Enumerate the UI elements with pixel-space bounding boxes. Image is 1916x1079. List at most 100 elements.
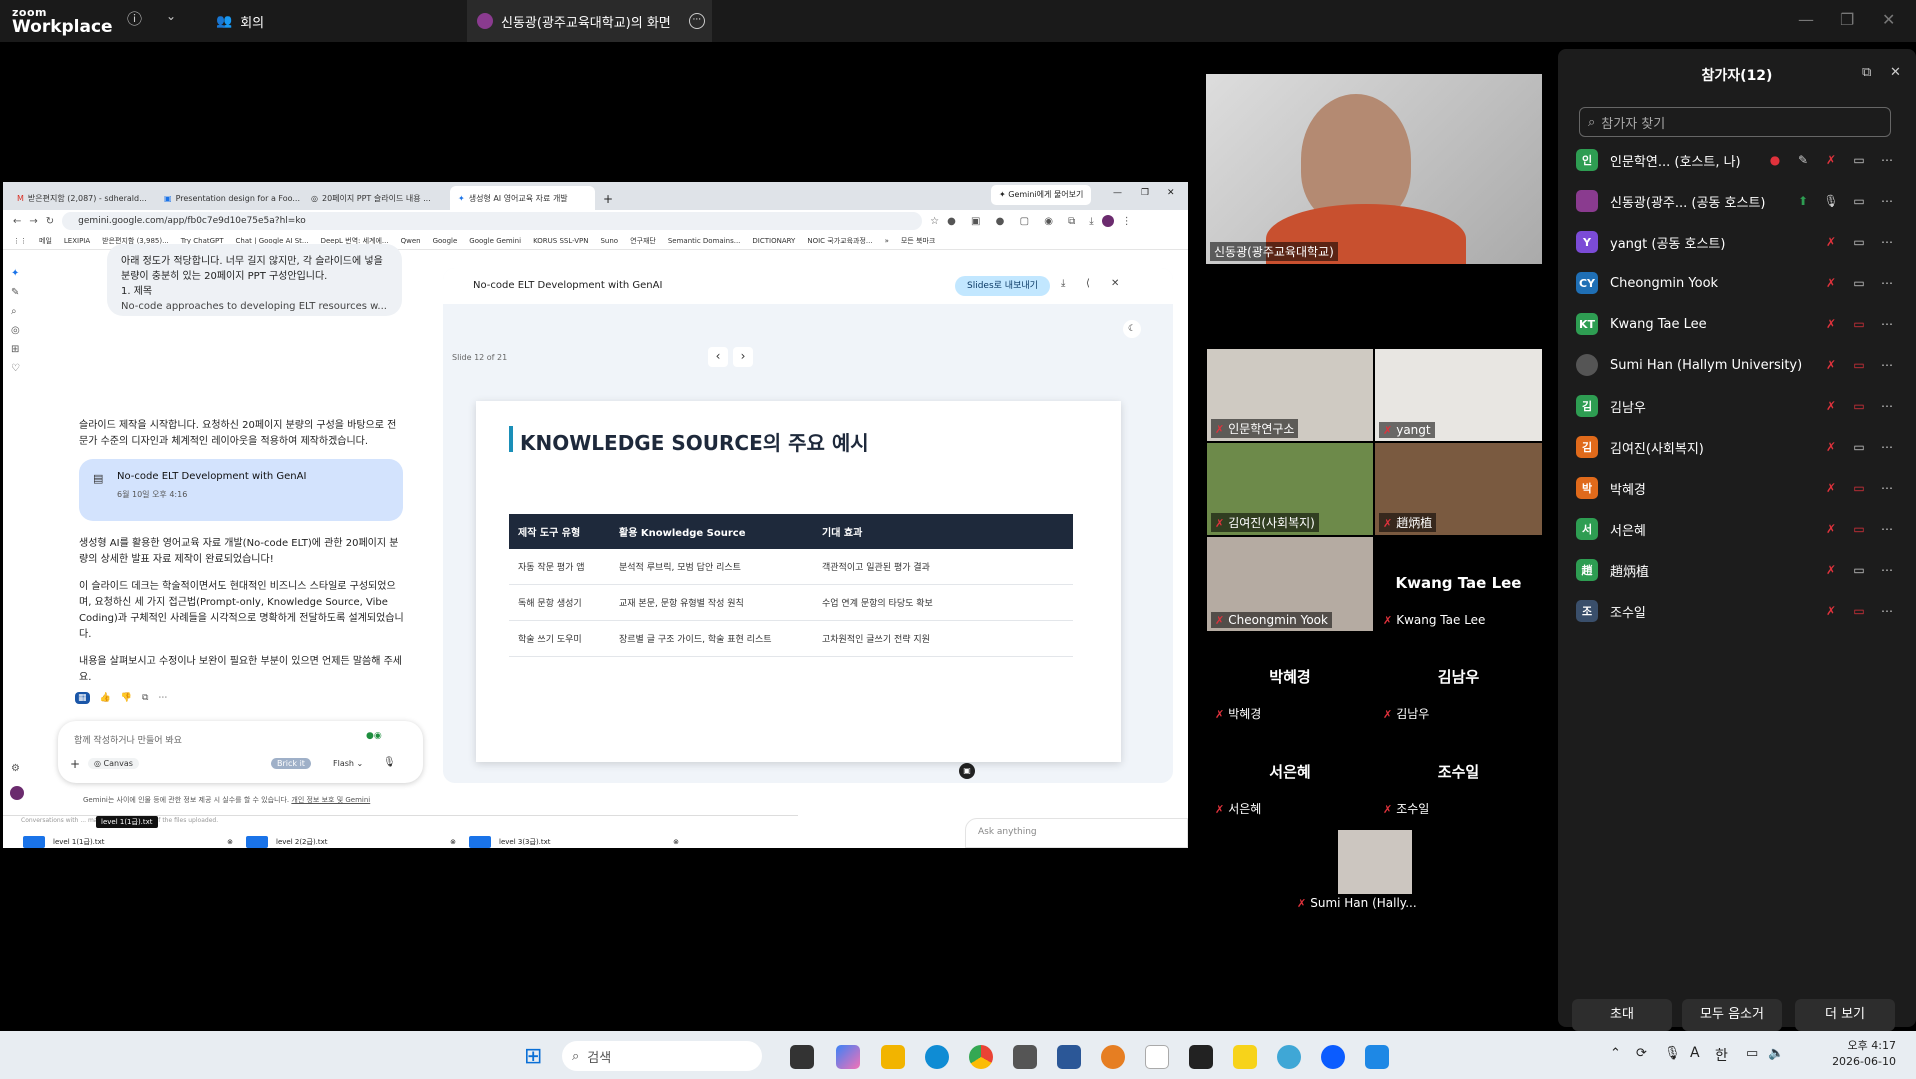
edge-icon[interactable]: [925, 1045, 949, 1069]
share-icon[interactable]: ⟨: [1086, 278, 1090, 289]
participant-row[interactable]: 인 인문학연... (호스트, 나) ● ✎ ✗ ▭ ⋯: [1576, 144, 1901, 176]
bookmark-item[interactable]: Google Gemini: [469, 237, 521, 245]
new-chat-icon[interactable]: ✎: [11, 287, 27, 298]
explore-icon[interactable]: ♡: [11, 363, 27, 374]
more-button[interactable]: 더 보기: [1795, 999, 1895, 1031]
more-icon[interactable]: ⋯: [158, 693, 167, 703]
canvas-document-card[interactable]: ▤ No-code ELT Development with GenAI 6월 …: [79, 459, 403, 521]
video-off-icon[interactable]: ▭: [1845, 317, 1873, 331]
participant-row[interactable]: 신동광(광주... (공동 호스트) ⬆ 🎙 ▭ ⋯: [1576, 185, 1901, 217]
video-off-icon[interactable]: ▭: [1845, 399, 1873, 413]
mic-muted-icon[interactable]: ✗: [1817, 235, 1845, 249]
canvas-tool-chip[interactable]: ◎ Canvas: [88, 758, 139, 769]
video-tile-off[interactable]: 서은혜 ✗ 서은혜: [1207, 753, 1373, 821]
profile-icon[interactable]: [1101, 215, 1114, 227]
gems-icon[interactable]: ◎: [11, 325, 27, 336]
video-icon[interactable]: ▭: [1845, 563, 1873, 577]
participant-search-input[interactable]: ⌕ 참가자 찾기: [1579, 107, 1891, 137]
participant-row[interactable]: Sumi Han (Hallym University) ✗ ▭ ⋯: [1576, 349, 1901, 381]
bookmark-item[interactable]: 연구재단: [630, 236, 656, 246]
close-canvas-icon[interactable]: ✕: [1111, 278, 1119, 289]
copilot-icon[interactable]: [836, 1045, 860, 1069]
search-app-icon[interactable]: [1101, 1045, 1125, 1069]
extensions-icon[interactable]: ● ▣ ● ▢ ◉ ⧉: [947, 216, 1081, 227]
back-icon[interactable]: ←: [13, 216, 21, 227]
bookmark-item[interactable]: Google: [433, 237, 458, 245]
thumbs-up-icon[interactable]: 👍: [100, 693, 111, 703]
more-icon[interactable]: ⋯: [1873, 563, 1901, 577]
more-icon[interactable]: ⋯: [1873, 358, 1901, 372]
participant-row[interactable]: CY Cheongmin Yook ✗ ▭ ⋯: [1576, 267, 1901, 299]
popout-icon[interactable]: ⧉: [1862, 65, 1871, 80]
meeting-menu[interactable]: 👥 회의: [216, 12, 264, 31]
tray-chevron-icon[interactable]: ⌃: [1610, 1046, 1621, 1061]
close-icon[interactable]: ✕: [1882, 10, 1895, 29]
video-off-icon[interactable]: ▭: [1845, 358, 1873, 372]
regenerate-icon[interactable]: ▦: [75, 692, 90, 704]
network-icon[interactable]: ▭: [1746, 1046, 1758, 1061]
file-chip[interactable]: level 2(2급).txt ⊗: [246, 836, 456, 848]
mic-icon[interactable]: 🎙: [1817, 194, 1845, 208]
next-slide-button[interactable]: ›: [733, 347, 753, 367]
participant-row[interactable]: 조 조수일 ✗ ▭ ⋯: [1576, 595, 1901, 627]
video-tile[interactable]: ✗ 인문학연구소: [1207, 349, 1373, 441]
video-icon[interactable]: ▭: [1845, 194, 1873, 208]
chrome-icon[interactable]: [969, 1045, 993, 1069]
new-tab-icon[interactable]: +: [603, 192, 613, 210]
video-tile-off[interactable]: 박혜경 ✗ 박혜경: [1207, 658, 1373, 726]
video-tile-off[interactable]: 김남우 ✗ 김남우: [1375, 658, 1542, 726]
settings-icon[interactable]: ⚙: [11, 763, 20, 774]
bookmark-folder[interactable]: 모든 북마크: [901, 236, 935, 246]
mic-muted-icon[interactable]: ✗: [1817, 153, 1845, 167]
more-icon[interactable]: ⋯: [1873, 235, 1901, 249]
brick-it-chip[interactable]: Brick it: [271, 758, 311, 769]
close-panel-icon[interactable]: ✕: [1890, 65, 1901, 80]
mic-muted-icon[interactable]: ✗: [1817, 481, 1845, 495]
bookmark-item[interactable]: Semantic Domains...: [668, 237, 741, 245]
window-close-icon[interactable]: ✕: [1167, 188, 1175, 198]
mic-muted-icon[interactable]: ✗: [1817, 440, 1845, 454]
bookmark-item[interactable]: DICTIONARY: [752, 237, 795, 245]
more-icon[interactable]: ⋯: [1873, 153, 1901, 167]
copy-icon[interactable]: ⧉: [142, 693, 148, 703]
search-icon[interactable]: ⌕: [11, 306, 27, 317]
download-icon[interactable]: ⤓: [1061, 278, 1065, 289]
more-icon[interactable]: ⋯: [1873, 481, 1901, 495]
taskbar-search[interactable]: ⌕ 검색: [562, 1041, 762, 1071]
microphone-icon[interactable]: 🎙: [1664, 1046, 1681, 1061]
bookmarks-overflow-icon[interactable]: »: [885, 237, 889, 245]
thumbs-down-icon[interactable]: 👎: [121, 693, 132, 703]
task-view-icon[interactable]: [790, 1045, 814, 1069]
remove-file-icon[interactable]: ⊗: [227, 838, 233, 846]
video-icon[interactable]: ▭: [1845, 276, 1873, 290]
mic-muted-icon[interactable]: ✗: [1817, 563, 1845, 577]
zoom-icon[interactable]: [1321, 1045, 1345, 1069]
ime-indicator[interactable]: 한: [1715, 1045, 1728, 1065]
browser-tab-active[interactable]: ✦ 생성형 AI 영어교육 자료 개발: [450, 186, 595, 210]
url-field[interactable]: gemini.google.com/app/fb0c7e9d10e75e5a?h…: [62, 212, 923, 230]
video-tile[interactable]: ✗ Sumi Han (Hally...: [1291, 829, 1421, 915]
add-icon[interactable]: +: [70, 757, 80, 771]
more-icon[interactable]: ⋯: [1873, 440, 1901, 454]
window-minimize-icon[interactable]: —: [1113, 188, 1122, 198]
mic-muted-icon[interactable]: ✗: [1817, 522, 1845, 536]
privacy-link[interactable]: 개인 정보 보호 및 Gemini: [291, 796, 370, 804]
bookmark-star-icon[interactable]: ☆: [930, 216, 939, 227]
remove-file-icon[interactable]: ⊗: [450, 838, 456, 846]
screen-share-tab[interactable]: 신동광(광주교육대학교)의 화면 ···: [467, 0, 712, 42]
video-tile[interactable]: ✗ yangt: [1375, 349, 1542, 441]
browser-tab[interactable]: ▣ Presentation design for a Foo...: [156, 186, 301, 210]
apps-icon[interactable]: ⋮⋮: [13, 237, 27, 245]
participant-row[interactable]: 김 김여진(사회복지) ✗ ▭ ⋯: [1576, 431, 1901, 463]
sync-icon[interactable]: ⟳: [1636, 1046, 1647, 1061]
bookmark-item[interactable]: NOIC 국가교육과정...: [807, 236, 872, 246]
participant-row[interactable]: 박 박혜경 ✗ ▭ ⋯: [1576, 472, 1901, 504]
download-icon[interactable]: ⤓: [1089, 216, 1093, 227]
slide-tools-icon[interactable]: ▣: [959, 763, 975, 779]
language-indicator[interactable]: A: [1690, 1045, 1700, 1061]
bookmark-item[interactable]: Qwen: [401, 237, 421, 245]
mic-muted-icon[interactable]: ✗: [1817, 317, 1845, 331]
more-icon[interactable]: ⋯: [1873, 276, 1901, 290]
file-chip[interactable]: level 3(3급).txt ⊗: [469, 836, 679, 848]
video-tile[interactable]: ✗ 趙炳植: [1375, 443, 1542, 535]
